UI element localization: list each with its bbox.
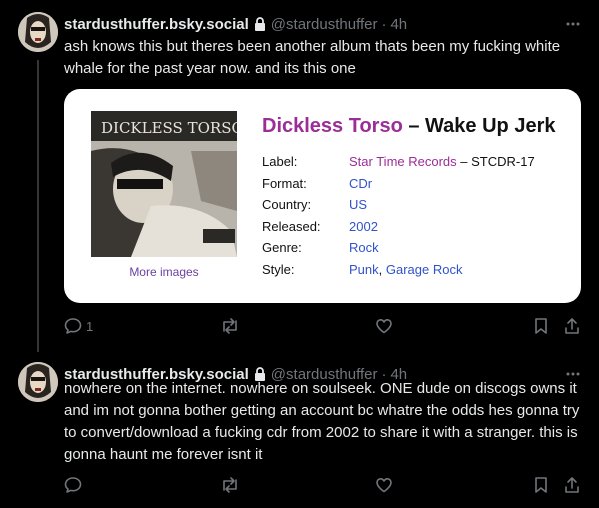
share-button[interactable] — [564, 317, 580, 335]
like-button[interactable] — [375, 317, 393, 335]
detail-key: Style: — [262, 261, 295, 277]
like-icon — [375, 317, 393, 335]
discogs-card[interactable]: DICKLESS TORSO More images Dickless Tors… — [64, 89, 581, 303]
album-name: – Wake Up Jerk — [402, 115, 556, 137]
repost-button[interactable] — [220, 317, 240, 335]
separator-dot: · — [381, 15, 387, 33]
label-link[interactable]: Star Time Records — [349, 154, 457, 169]
album-cover-image[interactable]: DICKLESS TORSO — [91, 111, 237, 257]
like-button[interactable] — [375, 476, 393, 494]
repost-button[interactable] — [220, 476, 240, 494]
format-link[interactable]: CDr — [349, 176, 372, 191]
released-link[interactable]: 2002 — [349, 219, 378, 234]
catalog-number: – STCDR-17 — [456, 154, 535, 170]
handle[interactable]: @stardusthuffer — [271, 16, 378, 33]
detail-row-released: Released: 2002 — [262, 216, 535, 238]
share-icon — [564, 317, 580, 335]
share-button[interactable] — [564, 476, 580, 494]
album-title: Dickless Torso – Wake Up Jerk — [262, 115, 555, 138]
reply-count: 1 — [86, 318, 94, 334]
style-link-garage-rock[interactable]: Garage Rock — [386, 262, 463, 277]
country-link[interactable]: US — [349, 197, 367, 212]
detail-key: Released: — [262, 218, 321, 234]
artist-link[interactable]: Dickless Torso — [262, 115, 403, 137]
repost-icon — [220, 317, 240, 335]
detail-row-format: Format: CDr — [262, 173, 535, 195]
post-2: stardusthuffer.bsky.social @stardusthuff… — [0, 352, 599, 508]
bookmark-icon — [534, 476, 548, 494]
post-actions — [64, 476, 581, 496]
genre-link[interactable]: Rock — [349, 240, 379, 255]
reply-button[interactable]: 1 — [64, 317, 93, 335]
reply-icon — [64, 476, 82, 494]
post-text: ash knows this but theres been another a… — [64, 38, 561, 77]
like-icon — [375, 476, 393, 494]
cover-text: DICKLESS TORSO — [101, 119, 237, 137]
timestamp[interactable]: 4h — [390, 16, 407, 33]
more-icon[interactable] — [565, 14, 581, 38]
style-link-punk[interactable]: Punk — [349, 262, 379, 277]
post-actions: 1 — [64, 317, 581, 337]
detail-key: Format: — [262, 175, 307, 191]
style-separator: , — [378, 261, 386, 277]
detail-row-country: Country: US — [262, 194, 535, 216]
post-1: stardusthuffer.bsky.social @stardusthuff… — [0, 0, 599, 342]
display-name[interactable]: stardusthuffer.bsky.social — [64, 16, 249, 33]
post-header: stardusthuffer.bsky.social @stardusthuff… — [64, 14, 581, 34]
bookmark-button[interactable] — [534, 476, 548, 494]
more-images-link[interactable]: More images — [91, 265, 237, 279]
bookmark-button[interactable] — [534, 317, 548, 335]
detail-row-style: Style: Punk, Garage Rock — [262, 259, 535, 281]
detail-row-label: Label: Star Time Records – STCDR-17 — [262, 151, 535, 173]
repost-icon — [220, 476, 240, 494]
bookmark-icon — [534, 317, 548, 335]
reply-button[interactable] — [64, 476, 86, 494]
detail-row-genre: Genre: Rock — [262, 237, 535, 259]
detail-key: Genre: — [262, 240, 302, 256]
album-details: Label: Star Time Records – STCDR-17 Form… — [262, 151, 535, 280]
detail-key: Label: — [262, 154, 298, 170]
reply-icon — [64, 317, 82, 335]
lock-icon — [254, 17, 266, 31]
avatar[interactable] — [18, 362, 58, 402]
post-text: nowhere on the internet. nowhere on soul… — [64, 380, 580, 463]
detail-key: Country: — [262, 197, 312, 213]
avatar[interactable] — [18, 12, 58, 52]
share-icon — [564, 476, 580, 494]
